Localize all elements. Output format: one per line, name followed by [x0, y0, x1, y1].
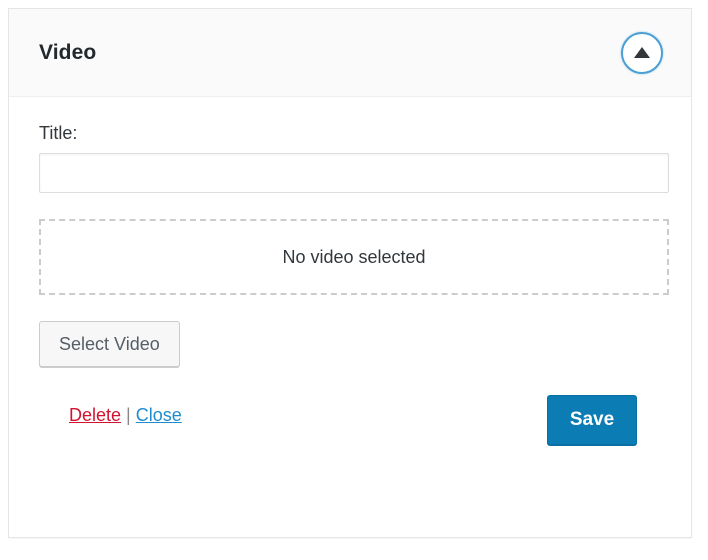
widget-header: Video — [9, 9, 691, 97]
save-button[interactable]: Save — [547, 395, 637, 445]
select-video-button[interactable]: Select Video — [39, 321, 180, 367]
link-separator: | — [126, 405, 131, 425]
caret-up-icon — [634, 47, 650, 58]
widget-body: Title: No video selected Select Video De… — [9, 97, 691, 453]
media-dropzone-empty-text: No video selected — [282, 246, 426, 267]
video-widget-panel: Video Title: No video selected Select Vi… — [8, 8, 692, 538]
widget-footer: Delete | Close Save — [39, 393, 661, 453]
collapse-toggle-button[interactable] — [621, 31, 663, 74]
close-link[interactable]: Close — [136, 405, 182, 425]
delete-link[interactable]: Delete — [69, 405, 121, 425]
media-dropzone[interactable]: No video selected — [39, 219, 669, 295]
page-title: Video — [39, 40, 97, 64]
footer-links: Delete | Close — [69, 405, 182, 426]
title-field-label: Title: — [39, 123, 78, 143]
title-input[interactable] — [39, 153, 669, 193]
